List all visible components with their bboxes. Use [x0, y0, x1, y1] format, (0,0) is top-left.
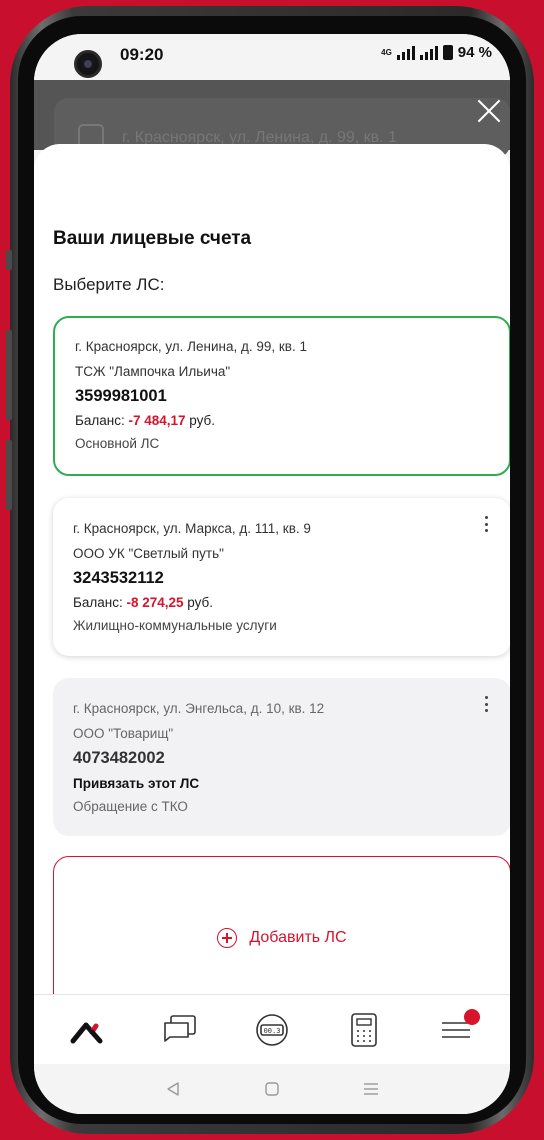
chat-icon	[164, 1014, 196, 1042]
status-bar: 09:20 4G 94 %	[34, 34, 510, 80]
account-number: 3599981001	[75, 387, 167, 405]
account-address: г. Красноярск, ул. Маркса, д. 111, кв. 9	[73, 521, 311, 536]
svg-text:00.3: 00.3	[264, 1027, 281, 1035]
meter-icon: 00.3	[256, 1013, 288, 1046]
close-button[interactable]	[474, 96, 504, 126]
account-card[interactable]: г. Красноярск, ул. Маркса, д. 111, кв. 9…	[53, 498, 510, 656]
back-button[interactable]	[158, 1074, 188, 1104]
more-options-icon[interactable]	[483, 696, 489, 712]
account-card[interactable]: г. Красноярск, ул. Ленина, д. 99, кв. 1 …	[53, 316, 510, 476]
system-nav-bar	[34, 1064, 510, 1114]
sheet-title: Ваши лицевые счета	[53, 228, 252, 249]
nav-calculator[interactable]	[334, 1005, 394, 1055]
screen: 09:20 4G 94 % г. Красноярск, ул. Ленина,…	[34, 34, 510, 1114]
battery-icon	[442, 45, 453, 60]
add-account-button[interactable]: Добавить ЛС	[53, 856, 510, 1004]
account-org: ООО УК "Светлый путь"	[73, 546, 224, 561]
add-account-content: Добавить ЛС	[217, 928, 347, 948]
balance-value: -7 484,17	[128, 413, 186, 428]
account-number: 3243532112	[73, 569, 164, 587]
phone-side-button	[6, 250, 12, 270]
account-balance: Баланс: -8 274,25 руб.	[73, 595, 214, 610]
calculator-icon	[351, 1012, 377, 1047]
home-square-icon	[265, 1082, 279, 1096]
bottom-nav: 00.3	[34, 994, 510, 1064]
status-icons: 4G 94 %	[381, 44, 492, 61]
account-service: Жилищно-коммунальные услуги	[73, 618, 277, 633]
sheet-subtitle: Выберите ЛС:	[53, 275, 165, 294]
bind-account-link[interactable]: Привязать этот ЛС	[73, 776, 491, 791]
home-logo-icon	[70, 1022, 103, 1043]
status-time: 09:20	[120, 45, 164, 64]
plus-circle-icon	[217, 928, 238, 948]
account-number: 4073482002	[73, 749, 165, 767]
balance-value: -8 274,25	[126, 595, 184, 610]
camera-icon	[74, 50, 102, 78]
add-account-label: Добавить ЛС	[249, 929, 347, 946]
signal-icon	[396, 45, 415, 60]
recents-icon	[363, 1083, 378, 1095]
battery-level: 94 %	[457, 44, 492, 61]
account-org: ТСЖ "Лампочка Ильича"	[75, 364, 231, 379]
account-card[interactable]: г. Красноярск, ул. Энгельса, д. 10, кв. …	[53, 678, 510, 836]
more-options-icon[interactable]	[483, 516, 489, 532]
recents-button[interactable]	[356, 1074, 386, 1104]
nav-meters[interactable]: 00.3	[242, 1005, 302, 1055]
home-button[interactable]	[257, 1074, 287, 1104]
phone-side-button	[6, 330, 12, 420]
account-address: г. Красноярск, ул. Энгельса, д. 10, кв. …	[73, 701, 325, 716]
account-service: Основной ЛС	[75, 436, 160, 451]
nav-chat[interactable]	[150, 1005, 210, 1055]
nav-menu[interactable]	[426, 1005, 486, 1055]
account-service: Обращение с ТКО	[73, 799, 188, 814]
notification-badge	[464, 1008, 480, 1025]
account-balance: Баланс: -7 484,17 руб.	[75, 413, 216, 428]
account-org: ООО "Товарищ"	[73, 726, 174, 741]
signal-icon	[419, 45, 438, 60]
account-address: г. Красноярск, ул. Ленина, д. 99, кв. 1	[75, 339, 307, 354]
network-type: 4G	[381, 48, 392, 57]
back-icon	[167, 1082, 180, 1096]
accounts-sheet: Ваши лицевые счета Выберите ЛС: г. Красн…	[34, 144, 510, 1004]
nav-home[interactable]	[58, 1005, 118, 1055]
phone-side-button	[6, 440, 12, 510]
